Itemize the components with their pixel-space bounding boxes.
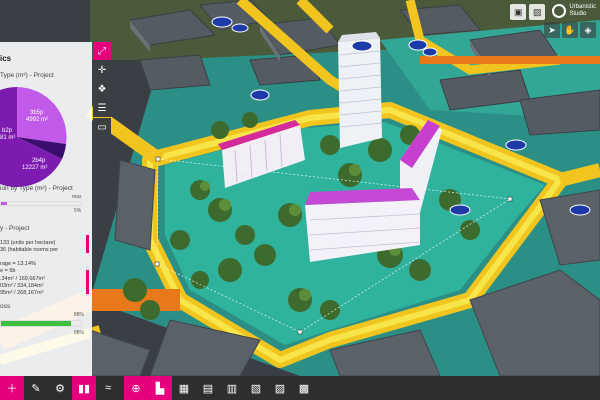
bar-chart-title: ion by Type (m²) - Project [0,185,73,192]
expand-icon[interactable]: ⤢ [93,42,111,60]
pie-label-a-area: 4992 m² [26,117,48,123]
hand-icon[interactable]: ✋ [562,22,578,38]
bottom-toolbar: ＋ ✎ ⚙ ▮▮ ≈ ⊕ ▙ ▦ ▤ ▥ ▧ ▨ ▩ [0,376,600,400]
sliders-icon[interactable]: ☰ [93,99,111,117]
loss-bar [0,320,82,327]
coverage-indicator [86,266,89,296]
pie-chart-title: Type (m²) - Project [0,72,54,79]
logo-line-2: Studio [569,11,587,17]
block-6-icon[interactable]: ▩ [292,376,316,400]
crosshair-icon[interactable]: ✛ [93,61,111,79]
density-line-2: 36 (habitable rooms per [0,247,59,253]
chart-icon[interactable]: ▮▮ [72,376,96,400]
layers-icon[interactable]: ▣ [510,4,527,20]
approx-icon[interactable]: ≈ [96,376,120,400]
pie-label-c-area: 12227 m² [22,165,47,171]
logo-line-1: Urbanistic [569,4,596,11]
brand-logo: Urbanistic Studio [552,4,596,18]
panel-toolbar: ⤢ ✛ ❖ ☰ ▭ [93,42,113,137]
analytics-panel: ics Type (m²) - Project 3b5p 4992 m² b2p… [0,42,92,376]
distribution-bar [0,201,82,206]
loss-title: oss [0,303,11,310]
pointer-icon[interactable]: ➤ [544,22,560,38]
coverage-line-3: .34m² / 169,667m² [0,276,45,282]
image-icon[interactable]: ▨ [529,4,546,20]
pie-label-b-area: 81 m² [0,135,15,141]
add-button[interactable]: ＋ [0,376,24,400]
block-5-icon[interactable]: ▨ [268,376,292,400]
top-right-controls: ▣ ▨ Urbanistic Studio [510,4,596,20]
pie-label-c-code: 2b4p [32,158,46,164]
comment-icon[interactable]: ▭ [93,118,111,136]
panel-title: ics [0,54,12,63]
block-4-icon[interactable]: ▧ [244,376,268,400]
block-2-icon[interactable]: ▤ [196,376,220,400]
coverage-line-5: 95m² / 268,167m² [0,290,44,296]
wrench-icon[interactable]: ✎ [24,376,48,400]
block-1-icon[interactable]: ▦ [172,376,196,400]
bar-value-label: 5% [74,208,82,214]
bar-max-label: max [72,194,82,200]
unit-type-pie-chart: 3b5p 4992 m² b2p 81 m² 2b4p 12227 m² [0,87,67,187]
compass-icon[interactable]: ◈ [580,22,596,38]
pie-label-a-code: 3b5p [30,110,44,116]
density-indicator [86,235,89,253]
puzzle-icon[interactable]: ❖ [93,80,111,98]
block-3-icon[interactable]: ▥ [220,376,244,400]
loss-value-bottom: 88% [74,330,85,336]
view-controls: ➤ ✋ ◈ [544,22,596,38]
density-line-1: 133 (units per hectare) [0,240,56,246]
coverage-line-1: rage = 13.14% [0,261,36,267]
coverage-line-2: e = 6b [0,268,16,274]
logo-mark-icon [552,4,567,18]
buildings-icon[interactable]: ▙ [148,376,172,400]
globe-icon[interactable]: ⊕ [124,376,148,400]
pie-label-b-code: b2p [2,128,13,134]
density-title: y - Project [0,225,30,232]
loss-value-top: 88% [74,312,85,318]
gear-icon[interactable]: ⚙ [48,376,72,400]
coverage-line-4: 03m² / 334,184m² [0,283,44,289]
